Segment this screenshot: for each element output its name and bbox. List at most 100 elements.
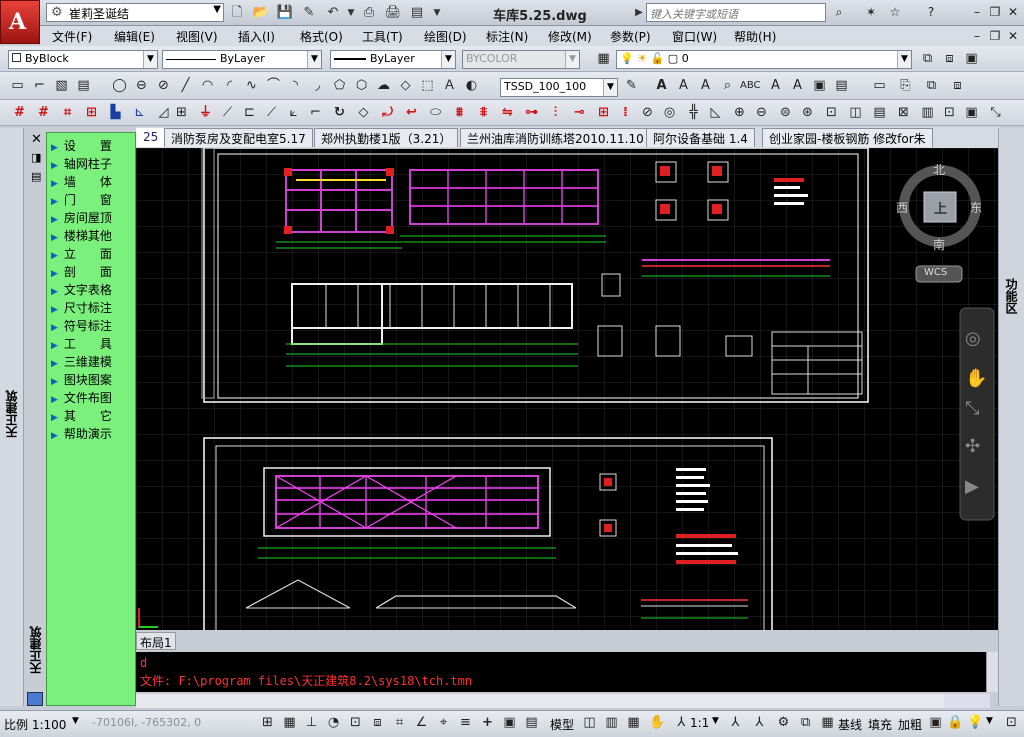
tpy-icon[interactable]: ▣ — [500, 713, 519, 733]
quick-view-drawings-icon[interactable]: ▦ — [624, 713, 643, 733]
menu-insert[interactable]: 插入(I) — [238, 28, 275, 45]
menu-parameters[interactable]: 参数(P) — [610, 28, 651, 45]
rebar-curve-icon[interactable]: ⤾ — [378, 103, 397, 123]
plot-style-combo[interactable]: BYCOLOR ▼ — [462, 50, 580, 69]
tab-fire-pump-room[interactable]: 消防泵房及变配电室5.17 — [164, 128, 313, 147]
title-block-icon[interactable]: ◫ — [846, 103, 865, 123]
annotation-scale-dropdown-icon[interactable]: ▼ — [712, 716, 719, 726]
arc-center-icon[interactable]: ◝ — [286, 76, 305, 96]
palette-item-room-roof[interactable]: ▶ 房间屋顶 — [51, 209, 112, 226]
favorites-star-icon[interactable]: ☆ — [886, 3, 904, 21]
mtext-icon[interactable]: Ａ — [440, 76, 459, 96]
arc-start-icon[interactable]: ◞ — [308, 76, 327, 96]
text-table-icon[interactable]: ▤ — [870, 103, 889, 123]
layer-off-icon[interactable]: ▣ — [962, 103, 981, 123]
region-icon[interactable]: ⬡ — [352, 76, 371, 96]
circle-2p-icon[interactable]: ⊖ — [132, 76, 151, 96]
line-icon[interactable]: ╱ — [176, 76, 195, 96]
rectangle-icon[interactable]: ▭ — [8, 76, 27, 96]
qp-icon[interactable]: + — [478, 713, 497, 733]
palette-item-help[interactable]: ▶ 帮助演示 — [51, 425, 112, 442]
doc-restore-icon[interactable]: ❐ — [986, 27, 1004, 45]
polygon-icon[interactable]: ⬠ — [330, 76, 349, 96]
menu-edit[interactable]: 编辑(E) — [114, 28, 155, 45]
ortho-icon[interactable]: ⊥ — [302, 713, 321, 733]
text-style-icon[interactable]: A — [652, 76, 671, 96]
annotation-visibility-icon[interactable]: ⅄ — [726, 713, 745, 733]
binoculars-icon[interactable]: ⌕ — [830, 3, 848, 21]
horizontal-scrollbar[interactable] — [944, 694, 990, 708]
lineweight-combo[interactable]: ByLayer ▼ — [330, 50, 456, 69]
arc-icon[interactable]: ◠ — [198, 76, 217, 96]
axis-grid-icon[interactable]: # — [10, 103, 29, 123]
menu-tools[interactable]: 工具(T) — [362, 28, 403, 45]
rebar-mesh-icon[interactable]: ⊞ — [594, 103, 613, 123]
crosshair-icon[interactable]: ⊕ — [730, 103, 749, 123]
column-icon[interactable]: ⌗ — [58, 103, 77, 123]
axis-label-icon[interactable]: # — [34, 103, 53, 123]
isolate-icon[interactable]: ▦ — [818, 713, 837, 733]
lwt-icon[interactable]: ≡ — [456, 713, 475, 733]
layer-previous-icon[interactable]: ⧈ — [940, 49, 959, 69]
text-convert-icon[interactable]: ▣ — [810, 76, 829, 96]
text-italic-icon[interactable]: A — [674, 76, 693, 96]
menu-help[interactable]: 帮助(H) — [734, 28, 776, 45]
restore-icon[interactable]: ❐ — [986, 3, 1004, 21]
slab-icon[interactable]: ◿ — [154, 103, 173, 123]
rebar-dots-icon[interactable]: ⁞ — [616, 103, 635, 123]
communication-center-icon[interactable]: ✶ — [862, 3, 880, 21]
block-icon[interactable]: ▭ — [870, 76, 889, 96]
dynamic-label-icon[interactable]: ▣ — [926, 713, 945, 733]
snap-icon[interactable]: ⊞ — [258, 713, 277, 733]
text-justify-icon[interactable]: A — [788, 76, 807, 96]
tab-partial[interactable]: 25 — [136, 128, 166, 147]
palette-item-text-table[interactable]: ▶ 文字表格 — [51, 281, 112, 298]
command-line[interactable]: d 文件: F:\program files\天正建筑8.2\sys18\tch… — [136, 652, 986, 692]
grid-2x2-icon[interactable]: ⊞ — [172, 103, 191, 123]
open-folder-icon[interactable]: 📂 — [252, 4, 270, 22]
target-icon[interactable]: ◎ — [660, 103, 679, 123]
polar-icon[interactable]: ◔ — [324, 713, 343, 733]
find-text-icon[interactable]: ⌕ — [718, 76, 737, 96]
grid-icon[interactable]: ▦ — [280, 713, 299, 733]
text-scale-icon[interactable]: A — [766, 76, 785, 96]
palette-item-door-window[interactable]: ▶ 门 窗 — [51, 191, 112, 208]
zoom-extents-icon[interactable]: ⤡ — [965, 398, 979, 419]
palette-item-blocks[interactable]: ▶ 图块图案 — [51, 371, 112, 388]
palette-item-elevation[interactable]: ▶ 立 面 — [51, 245, 112, 262]
menu-window[interactable]: 窗口(W) — [672, 28, 717, 45]
palette-item-section[interactable]: ▶ 剖 面 — [51, 263, 112, 280]
layer-states-icon[interactable]: ▣ — [962, 49, 981, 69]
gradient-icon[interactable]: ◐ — [462, 76, 481, 96]
beam-icon[interactable]: ⊞ — [82, 103, 101, 123]
palette-item-other[interactable]: ▶ 其 它 — [51, 407, 112, 424]
viewcube-north[interactable]: 北 — [933, 161, 945, 178]
rebar-section-icon[interactable]: ⩨ — [474, 103, 493, 123]
scale-display[interactable]: 比例 1:100 — [4, 716, 66, 733]
viewcube-west[interactable]: 西 — [896, 199, 908, 216]
close-icon[interactable]: ✕ — [1004, 3, 1022, 21]
text-single-line-icon[interactable]: A — [696, 76, 715, 96]
doc-close-icon[interactable]: ✕ — [1004, 27, 1022, 45]
annotation-scale-icon[interactable]: ⅄ — [672, 713, 691, 733]
slope-icon[interactable]: ◺ — [706, 103, 725, 123]
foundation-icon[interactable]: ⏚ — [196, 103, 215, 123]
attdef-icon[interactable]: ⧉ — [922, 76, 941, 96]
showmotion-icon[interactable]: ▶ — [965, 476, 979, 497]
pan-icon[interactable]: ✋ — [648, 713, 667, 733]
palette-item-symbol[interactable]: ▶ 符号标注 — [51, 317, 112, 334]
baseline-toggle[interactable]: 基线 — [838, 716, 862, 733]
text-frame-icon[interactable]: ▤ — [832, 76, 851, 96]
wipeout-icon[interactable]: ◇ — [396, 76, 415, 96]
properties-icon[interactable]: ▤ — [408, 4, 426, 22]
match-prop-icon[interactable]: ▥ — [918, 103, 937, 123]
otrack-icon[interactable]: ⌗ — [390, 713, 409, 733]
function-panel-label[interactable]: 功能区 — [1003, 278, 1020, 314]
viewcube-top-face[interactable]: 上 — [934, 198, 947, 217]
leader-icon[interactable]: ⟋ — [218, 103, 237, 123]
dim-style-combo[interactable]: TSSD_100_100 ▼ — [500, 78, 618, 97]
clean-screen-icon[interactable]: ⊡ — [1002, 713, 1021, 733]
menu-view[interactable]: 视图(V) — [176, 28, 218, 45]
print-icon[interactable]: ⎙ — [360, 4, 378, 22]
rotate-icon[interactable]: ↻ — [330, 103, 349, 123]
